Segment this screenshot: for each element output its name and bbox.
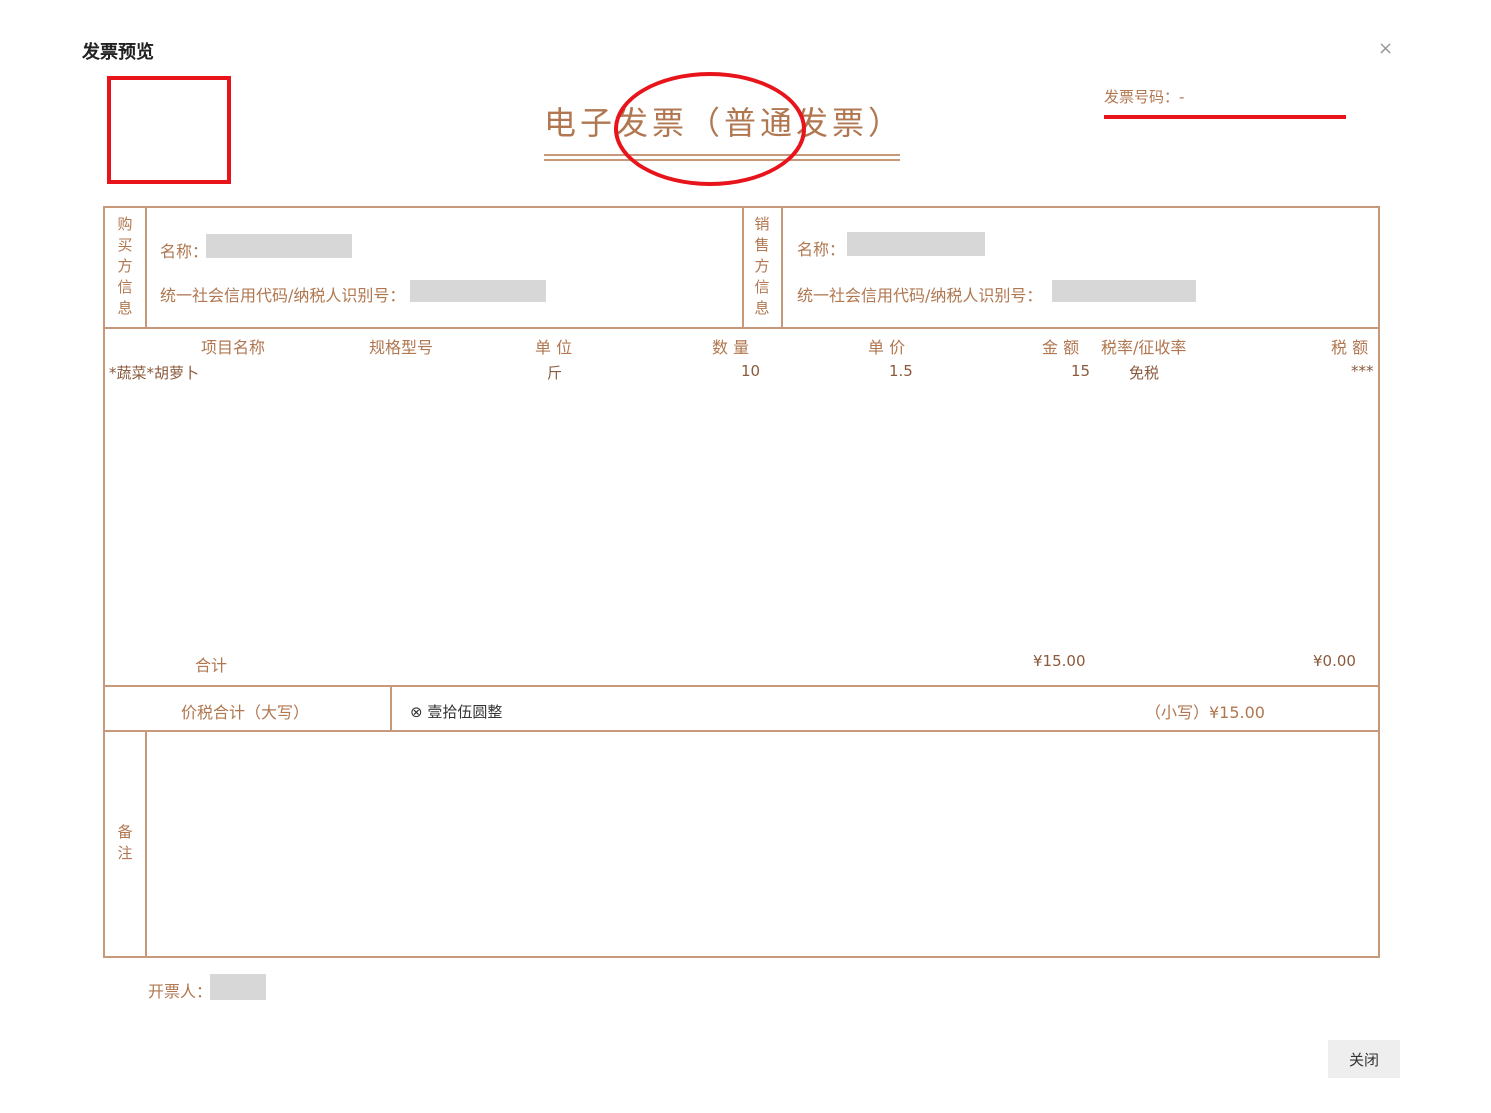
seller-tax-id-label: 统一社会信用代码/纳税人识别号： (797, 286, 1043, 305)
buyer-tax-id-label: 统一社会信用代码/纳税人识别号： (160, 286, 406, 305)
red-underline-annotation (1104, 115, 1346, 119)
column-header: 项目名称 (201, 338, 266, 357)
buyer-tax-id-masked (410, 280, 546, 302)
seller-name-masked (847, 232, 985, 256)
buyer-section-label: 购买方信息 (117, 215, 133, 317)
close-button[interactable]: 关闭 (1328, 1040, 1400, 1078)
column-header: 单 位 (535, 338, 573, 357)
item-tax: *** (1351, 362, 1374, 380)
divider (105, 327, 1378, 329)
grand-total-label: 价税合计（大写） (181, 703, 310, 722)
total-label: 合计 (195, 656, 228, 675)
red-ellipse-annotation (614, 72, 806, 186)
column-header: 金 额 (1042, 338, 1080, 357)
column-header: 税率/征收率 (1101, 338, 1187, 357)
column-header: 税 额 (1331, 338, 1369, 357)
divider (781, 208, 783, 327)
invoice-number-label: 发票号码： (1104, 88, 1180, 106)
total-amount: ¥15.00 (1033, 652, 1086, 670)
invoice-number-value: - (1179, 88, 1185, 106)
divider (145, 208, 147, 327)
column-header: 数 量 (712, 338, 750, 357)
divider (145, 732, 147, 956)
item-unit: 斤 (547, 364, 563, 382)
remarks-label: 备注 (117, 823, 133, 862)
seller-section-label: 销售方信息 (754, 215, 770, 317)
column-header: 规格型号 (369, 338, 434, 357)
divider (742, 208, 744, 327)
item-rate: 免税 (1129, 364, 1160, 382)
divider (390, 687, 392, 730)
item-qty: 10 (741, 362, 761, 380)
grand-total-uppercase: ⊗ 壹拾伍圆整 (410, 703, 503, 721)
invoice-number: 发票号码：- (1104, 86, 1184, 107)
item-price: 1.5 (889, 362, 913, 380)
close-icon[interactable]: × (1378, 38, 1393, 60)
buyer-name-masked (206, 234, 352, 258)
item-amount: 15 (1071, 362, 1091, 380)
total-tax: ¥0.00 (1313, 652, 1356, 670)
qr-code-placeholder (107, 76, 231, 184)
seller-tax-id-masked (1052, 280, 1196, 302)
grand-total-lowercase: （小写）¥15.00 (1145, 703, 1265, 722)
column-header: 单 价 (868, 338, 906, 357)
divider (105, 730, 1378, 732)
issuer-masked (210, 974, 266, 1000)
seller-name-label: 名称： (797, 240, 846, 259)
dialog-title: 发票预览 (82, 42, 154, 63)
item-name: *蔬菜*胡萝卜 (109, 364, 200, 382)
issuer-label: 开票人： (148, 982, 213, 1001)
buyer-name-label: 名称： (160, 242, 209, 261)
invoice-frame: 购买方信息 名称： 统一社会信用代码/纳税人识别号： 销售方信息 名称： 统一社… (103, 206, 1380, 958)
divider (105, 685, 1378, 687)
